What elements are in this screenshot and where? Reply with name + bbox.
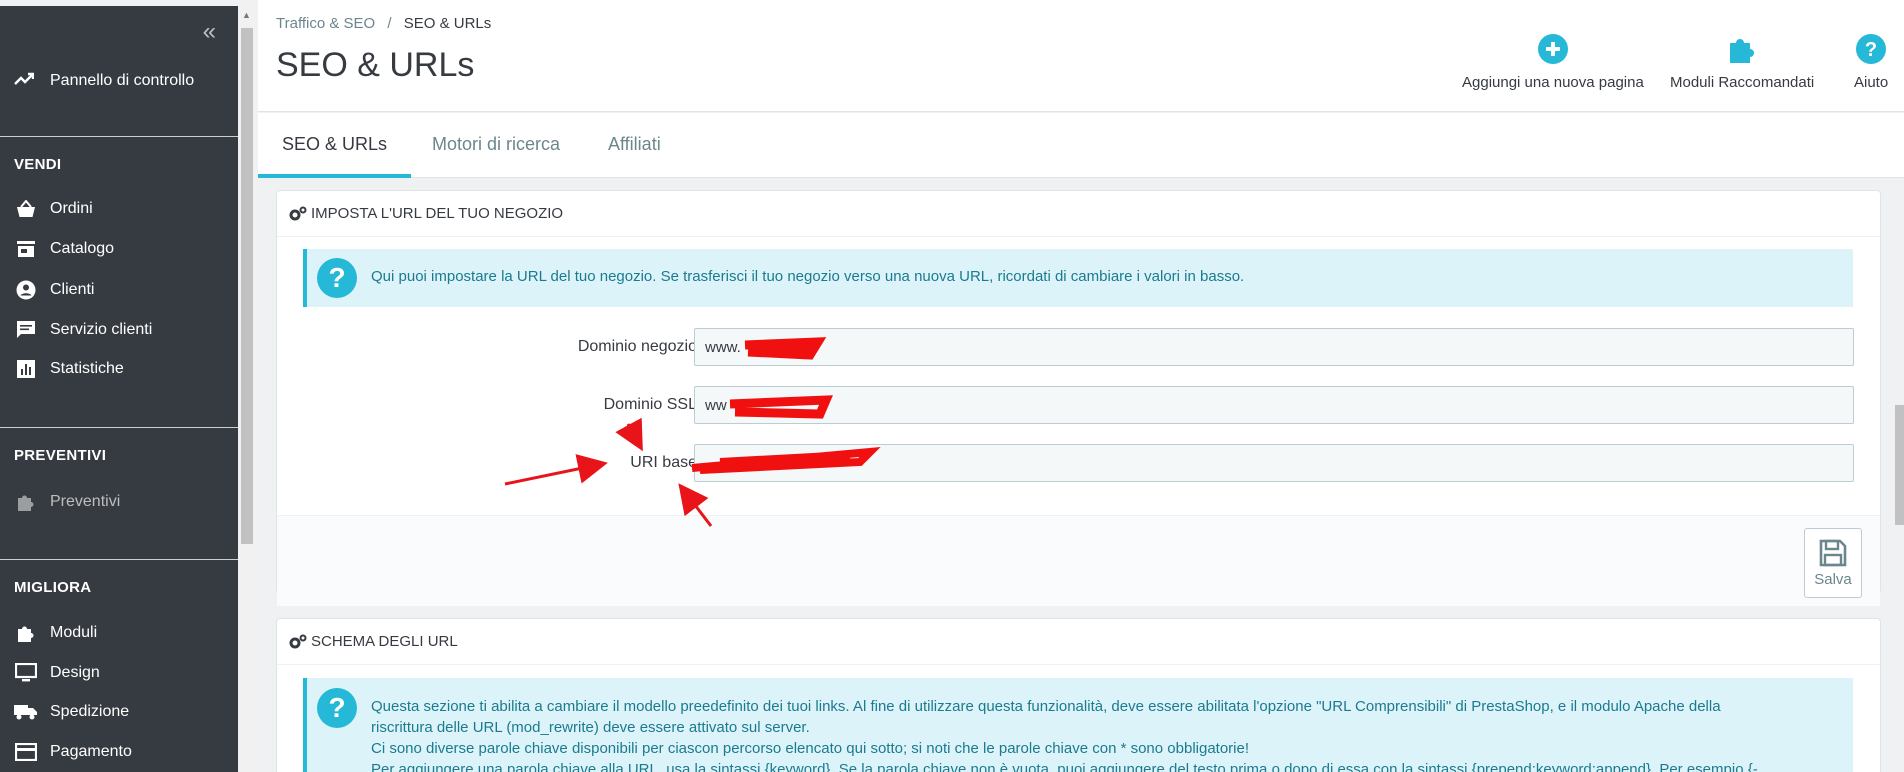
panel-heading: IMPOSTA L'URL DEL TUO NEGOZIO bbox=[277, 191, 1880, 237]
recommended-modules-button[interactable]: Moduli Raccomandati bbox=[1670, 34, 1814, 91]
bar-chart-icon bbox=[14, 360, 38, 378]
form-row-domain: Dominio negozio bbox=[277, 328, 1882, 368]
svg-text:?: ? bbox=[1865, 39, 1877, 61]
collapse-sidebar-icon[interactable]: « bbox=[203, 20, 216, 44]
credit-card-icon bbox=[14, 743, 38, 761]
page-scrollbar-thumb[interactable] bbox=[1895, 405, 1904, 525]
trending-up-icon bbox=[14, 70, 36, 91]
divider bbox=[0, 136, 238, 137]
sidebar-item-shipping[interactable]: Spedizione bbox=[14, 703, 129, 721]
sidebar-item-design[interactable]: Design bbox=[14, 663, 100, 683]
page-header: Traffico & SEO / SEO & URLs SEO & URLs A… bbox=[258, 0, 1904, 112]
sidebar-item-label: Catalogo bbox=[50, 240, 115, 257]
panel-title: IMPOSTA L'URL DEL TUO NEGOZIO bbox=[311, 204, 564, 222]
sidebar-item-dashboard[interactable]: Pannello di controllo bbox=[14, 70, 194, 91]
help-button[interactable]: ? Aiuto bbox=[1854, 34, 1888, 91]
plus-circle-icon bbox=[1537, 34, 1568, 64]
save-label: Salva bbox=[1814, 570, 1852, 588]
sidebar-item-catalog[interactable]: Catalogo bbox=[14, 240, 114, 258]
chat-icon bbox=[14, 320, 38, 340]
info-text: Qui puoi impostare la URL del tuo negozi… bbox=[371, 268, 1245, 285]
store-icon bbox=[14, 240, 38, 258]
sidebar-item-customer-service[interactable]: Servizio clienti bbox=[14, 320, 152, 340]
add-page-label: Aggiungi una nuova pagina bbox=[1462, 74, 1644, 91]
sidebar-item-modules[interactable]: Moduli bbox=[14, 623, 97, 643]
panel-title: SCHEMA DEGLI URL bbox=[311, 632, 458, 650]
form-row-ssl: Dominio SSL bbox=[277, 386, 1882, 426]
sidebar-item-label: Statistiche bbox=[50, 360, 124, 377]
tab-seo-urls[interactable]: SEO & URLs bbox=[258, 113, 412, 178]
divider bbox=[0, 427, 238, 428]
breadcrumb-current: SEO & URLs bbox=[403, 15, 492, 32]
breadcrumb-separator: / bbox=[387, 15, 392, 32]
sidebar-item-label: Ordini bbox=[50, 200, 93, 217]
info-text: Questa sezione ti abilita a cambiare il … bbox=[371, 696, 1841, 772]
section-title-improve: MIGLIORA bbox=[14, 579, 92, 596]
help-label: Aiuto bbox=[1854, 74, 1889, 91]
add-page-button[interactable]: Aggiungi una nuova pagina bbox=[1462, 34, 1644, 91]
scroll-up-arrow-icon[interactable]: ▲ bbox=[242, 10, 251, 20]
info-line: riscrittura delle URL (mod_rewrite) deve… bbox=[371, 719, 810, 736]
base-uri-input[interactable] bbox=[694, 444, 1854, 482]
sidebar-item-label: Pagamento bbox=[50, 743, 132, 760]
sidebar-item-customers[interactable]: Clienti bbox=[14, 280, 94, 300]
divider bbox=[0, 559, 238, 560]
domain-label: Dominio negozio bbox=[577, 338, 697, 355]
sidebar-item-label: Spedizione bbox=[50, 703, 130, 720]
save-button[interactable]: Salva bbox=[1804, 528, 1862, 598]
info-line: Ci sono diverse parole chiave disponibil… bbox=[371, 740, 1250, 757]
cogs-icon bbox=[289, 634, 307, 650]
breadcrumb-link[interactable]: Traffico & SEO bbox=[276, 15, 375, 32]
question-icon: ? bbox=[317, 688, 357, 728]
floppy-disk-icon bbox=[1819, 539, 1847, 566]
puzzle-icon bbox=[14, 623, 38, 643]
recommended-modules-label: Moduli Raccomandati bbox=[1670, 74, 1815, 91]
sidebar-item-quotes[interactable]: Preventivi bbox=[14, 492, 120, 512]
base-uri-label: URI base bbox=[630, 454, 697, 471]
section-title-sell: VENDI bbox=[14, 156, 62, 173]
section-title-quotes: PREVENTIVI bbox=[14, 447, 107, 464]
basket-icon bbox=[14, 200, 38, 218]
form-row-base-uri: URI base bbox=[277, 444, 1882, 484]
sidebar-item-label: Design bbox=[50, 664, 100, 681]
help-icon: ? bbox=[1856, 34, 1887, 64]
info-alert: ? Qui puoi impostare la URL del tuo nego… bbox=[303, 249, 1853, 307]
info-line: Per aggiungere una parola chiave alla UR… bbox=[371, 761, 1758, 772]
info-alert: ? Questa sezione ti abilita a cambiare i… bbox=[303, 678, 1853, 772]
ssl-domain-input[interactable] bbox=[694, 386, 1854, 424]
tab-affiliates[interactable]: Affiliati bbox=[584, 113, 685, 178]
breadcrumb: Traffico & SEO / SEO & URLs bbox=[276, 15, 491, 32]
domain-input[interactable] bbox=[694, 328, 1854, 366]
panel-footer: Salva bbox=[277, 515, 1880, 606]
monitor-icon bbox=[14, 663, 38, 683]
sidebar-item-payment[interactable]: Pagamento bbox=[14, 743, 132, 761]
cogs-icon bbox=[289, 206, 307, 222]
page-title: SEO & URLs bbox=[276, 46, 475, 84]
scrollbar-thumb[interactable] bbox=[241, 28, 253, 544]
truck-icon bbox=[14, 703, 38, 721]
question-icon: ? bbox=[317, 258, 357, 298]
sidebar: « Pannello di controllo VENDI Ordini Cat… bbox=[0, 6, 238, 772]
sidebar-item-label: Preventivi bbox=[50, 493, 121, 510]
panel-heading: SCHEMA DEGLI URL bbox=[277, 619, 1880, 665]
tab-bar: SEO & URLs Motori di ricerca Affiliati bbox=[258, 113, 1904, 178]
sidebar-scrollbar[interactable]: ▲ bbox=[238, 6, 256, 772]
puzzle-icon bbox=[1730, 39, 1755, 63]
sidebar-item-label: Clienti bbox=[50, 281, 95, 298]
shop-url-panel: IMPOSTA L'URL DEL TUO NEGOZIO ? Qui puoi… bbox=[276, 190, 1882, 606]
info-line: Questa sezione ti abilita a cambiare il … bbox=[371, 698, 1721, 715]
sidebar-item-label: Moduli bbox=[50, 624, 98, 641]
sidebar-item-label: Servizio clienti bbox=[50, 321, 153, 338]
tab-search-engines[interactable]: Motori di ricerca bbox=[408, 113, 584, 178]
user-circle-icon bbox=[14, 280, 38, 300]
url-schema-panel: SCHEMA DEGLI URL ? Questa sezione ti abi… bbox=[276, 618, 1881, 772]
sidebar-item-label: Pannello di controllo bbox=[50, 71, 195, 89]
ssl-domain-label: Dominio SSL bbox=[603, 396, 697, 413]
sidebar-item-orders[interactable]: Ordini bbox=[14, 200, 93, 218]
puzzle-icon bbox=[14, 492, 38, 512]
sidebar-item-stats[interactable]: Statistiche bbox=[14, 360, 124, 378]
